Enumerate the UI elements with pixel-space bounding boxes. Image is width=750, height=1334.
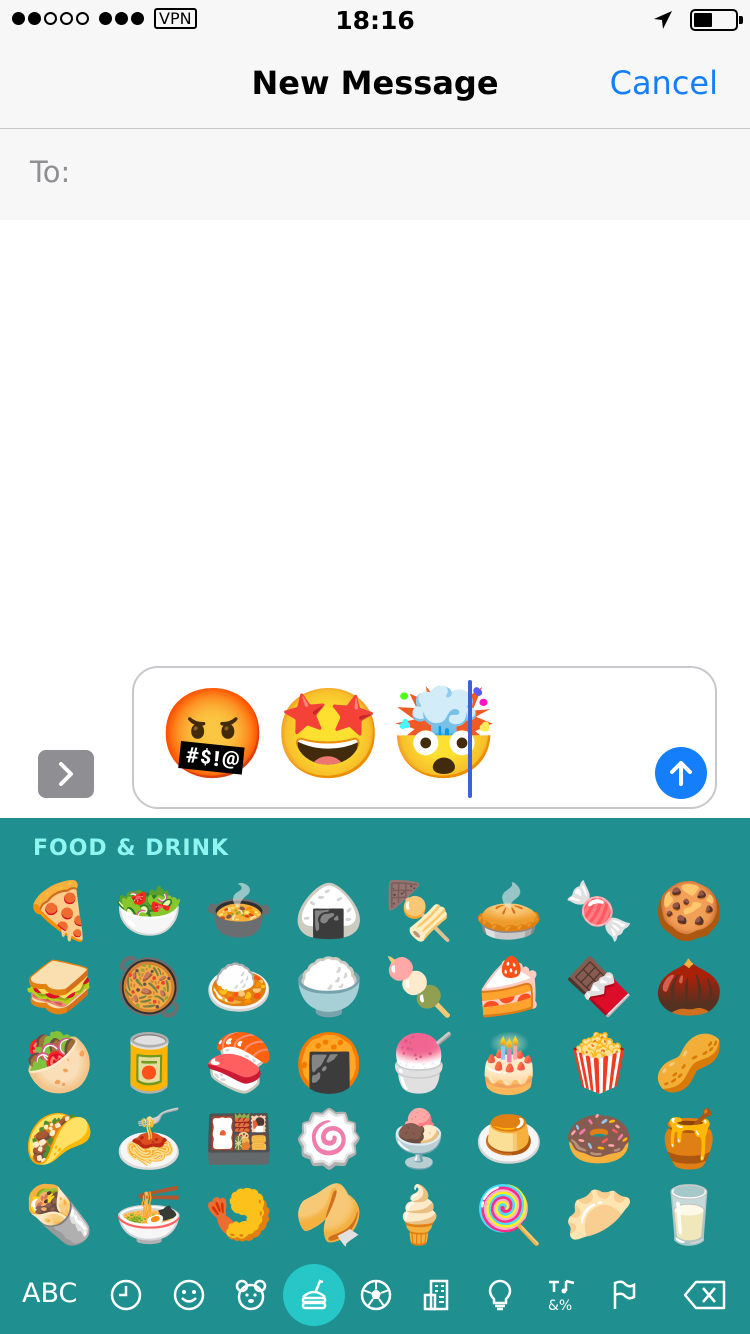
emoji-key[interactable]: 🥫: [104, 1026, 194, 1102]
emoji-key[interactable]: 🥛: [644, 1178, 734, 1254]
emoji-key[interactable]: 🍲: [194, 874, 284, 950]
emoji-key[interactable]: 🍧: [374, 1026, 464, 1102]
emoji-key[interactable]: 🥠: [284, 1178, 374, 1254]
emoji-key[interactable]: 🍰: [464, 950, 554, 1026]
location-arrow-icon: [654, 11, 672, 29]
emoji-star-struck: 🤩: [273, 682, 384, 785]
emoji-exploding-head: 🤯: [389, 682, 499, 785]
bear-icon: [235, 1279, 267, 1311]
activity-tab[interactable]: [345, 1264, 407, 1326]
clock: 18:16: [335, 6, 415, 35]
emoji-key[interactable]: 🌮: [14, 1102, 104, 1178]
emoji-key[interactable]: 🍚: [284, 950, 374, 1026]
backspace-button[interactable]: [672, 1264, 738, 1326]
to-label: To:: [30, 155, 71, 189]
ball-icon: [360, 1279, 392, 1311]
emoji-key[interactable]: 🍙: [284, 874, 374, 950]
backspace-icon: [683, 1280, 726, 1310]
bulb-icon: [488, 1279, 512, 1311]
emoji-key[interactable]: 🍿: [554, 1026, 644, 1102]
message-input[interactable]: 🤬 🤩 🤯: [132, 666, 717, 809]
status-right: [652, 9, 743, 31]
category-title: FOOD & DRINK: [33, 836, 230, 861]
svg-text:&%: &%: [548, 1298, 572, 1313]
navigation-bar: New Message Cancel: [0, 40, 750, 129]
emoji-key[interactable]: 🥟: [554, 1178, 644, 1254]
emoji-key[interactable]: 🍡: [374, 950, 464, 1026]
emoji-key[interactable]: 🥪: [14, 950, 104, 1026]
emoji-key[interactable]: 🍛: [194, 950, 284, 1026]
emoji-key[interactable]: 🥘: [104, 950, 194, 1026]
recipient-field[interactable]: To:: [0, 129, 750, 220]
emoji-key[interactable]: 🍨: [374, 1102, 464, 1178]
expand-apps-button[interactable]: [38, 750, 94, 798]
battery-icon: [690, 9, 743, 31]
status-bar: VPN 18:16: [0, 0, 750, 40]
emoji-key[interactable]: 🌰: [644, 950, 734, 1026]
objects-tab[interactable]: [469, 1264, 531, 1326]
emoji-key[interactable]: 🍭: [464, 1178, 554, 1254]
emoji-key[interactable]: 🍪: [644, 874, 734, 950]
emoji-key[interactable]: 🍬: [554, 874, 644, 950]
emoji-key[interactable]: 🍥: [284, 1102, 374, 1178]
emoji-key[interactable]: 🥗: [104, 874, 194, 950]
emoji-key[interactable]: 🍢: [374, 874, 464, 950]
food-icon: [301, 1279, 327, 1310]
emoji-key[interactable]: 🍦: [374, 1178, 464, 1254]
emoji-cursing: 🤬: [158, 682, 268, 785]
smiley-icon: [173, 1279, 205, 1311]
food-tab[interactable]: [283, 1264, 345, 1326]
symbols-tab[interactable]: &%: [531, 1264, 593, 1326]
clock-icon: [110, 1279, 142, 1311]
emoji-key[interactable]: 🍩: [554, 1102, 644, 1178]
emoji-key[interactable]: 🌯: [14, 1178, 104, 1254]
emoji-key[interactable]: 🍜: [104, 1178, 194, 1254]
chevron-right-icon: [59, 762, 73, 786]
emoji-key[interactable]: 🍤: [194, 1178, 284, 1254]
flags-tab[interactable]: [593, 1264, 655, 1326]
send-button[interactable]: [655, 747, 707, 799]
travel-tab[interactable]: [407, 1264, 469, 1326]
arrow-up-icon: [670, 761, 692, 786]
emoji-grid: 🍕 🥗 🍲 🍙 🍢 🥧 🍬 🍪 🥪 🥘 🍛 🍚 🍡 🍰 🍫 🌰 🥙 🥫 🍣 🍘 🍧 🎂 🍿 🥜 🌮 🍝 🍱 🍥 🍨 🍮 🍩 🍯 🌯 🍜 🍤 🥠 🍦 🍭 🥟 🥛: [14, 874, 734, 1254]
text-cursor: [468, 680, 472, 798]
building-icon: [423, 1279, 449, 1311]
emoji-key[interactable]: 🥜: [644, 1026, 734, 1102]
abc-key[interactable]: ABC: [22, 1278, 77, 1309]
keyboard-toolbar: ABC &%: [0, 1260, 750, 1330]
emoji-key[interactable]: 🍮: [464, 1102, 554, 1178]
flag-icon: [613, 1280, 636, 1309]
emoji-key[interactable]: 🍝: [104, 1102, 194, 1178]
emoji-key[interactable]: 🍣: [194, 1026, 284, 1102]
emoji-key[interactable]: 🍕: [14, 874, 104, 950]
emoji-key[interactable]: 🍘: [284, 1026, 374, 1102]
emoji-key[interactable]: 🍯: [644, 1102, 734, 1178]
symbols-icon: &%: [548, 1279, 575, 1313]
cancel-button[interactable]: Cancel: [610, 64, 718, 102]
emoji-key[interactable]: 🥙: [14, 1026, 104, 1102]
emoji-key[interactable]: 🎂: [464, 1026, 554, 1102]
recent-tab[interactable]: [95, 1264, 157, 1326]
emoji-key[interactable]: 🍫: [554, 950, 644, 1026]
emoji-keyboard: FOOD & DRINK 🍕 🥗 🍲 🍙 🍢 🥧 🍬 🍪 🥪 🥘 🍛 🍚 🍡 🍰 🍫 🌰 🥙 🥫 🍣 🍘 🍧 🎂 🍿 🥜 🌮 🍝 🍱…: [0, 818, 750, 1334]
emoji-key[interactable]: 🥧: [464, 874, 554, 950]
message-content: 🤬 🤩 🤯: [158, 690, 499, 778]
smileys-tab[interactable]: [158, 1264, 220, 1326]
emoji-key[interactable]: 🍱: [194, 1102, 284, 1178]
animals-tab[interactable]: [220, 1264, 282, 1326]
